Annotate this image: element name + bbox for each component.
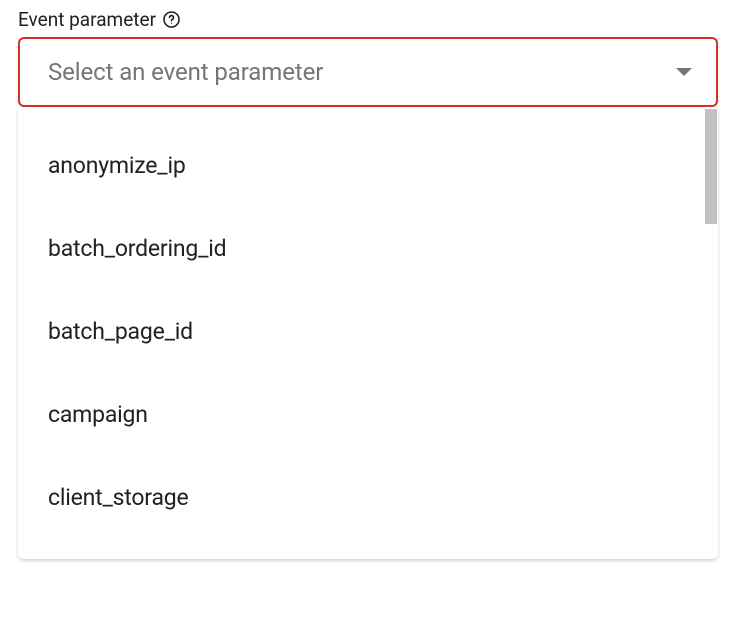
dropdown-menu: anonymize_ip batch_ordering_id batch_pag… [18, 108, 718, 559]
dropdown-container: Select an event parameter anonymize_ip b… [18, 37, 722, 559]
dropdown-list: anonymize_ip batch_ordering_id batch_pag… [18, 108, 718, 559]
dropdown-option[interactable]: batch_ordering_id [18, 207, 718, 290]
dropdown-option[interactable]: anonymize_ip [18, 124, 718, 207]
dropdown-option[interactable]: campaign [18, 373, 718, 456]
select-placeholder: Select an event parameter [48, 58, 323, 86]
field-label: Event parameter [18, 8, 156, 31]
chevron-down-icon [676, 68, 692, 76]
dropdown-option[interactable]: batch_page_id [18, 290, 718, 373]
dropdown-option[interactable]: client_storage [18, 456, 718, 539]
event-parameter-select[interactable]: Select an event parameter [18, 37, 718, 107]
help-icon[interactable] [162, 10, 181, 29]
scrollbar-thumb[interactable] [705, 109, 717, 224]
field-label-row: Event parameter [18, 8, 722, 31]
